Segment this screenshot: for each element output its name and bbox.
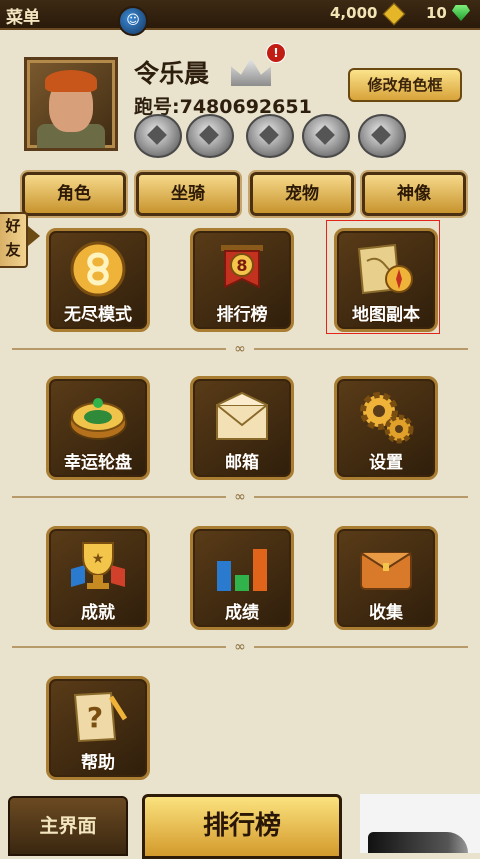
endless-mode-button[interactable]: 无尽模式 (46, 228, 150, 332)
svg-text:★: ★ (92, 551, 105, 567)
edit-profile-frame-button[interactable]: 修改角色框 (348, 68, 462, 102)
green-gem-icon[interactable] (452, 5, 470, 21)
trophy-icon: ★ (71, 542, 125, 589)
tile-label: 排行榜 (216, 305, 268, 325)
tile-label: 成绩 (225, 603, 259, 623)
help-scroll-icon: ? (73, 691, 128, 743)
medal-icon-5[interactable] (358, 114, 406, 158)
mascot-icon[interactable]: ☺ (118, 6, 148, 36)
settings-button[interactable]: 设置 (334, 376, 438, 480)
collection-button[interactable]: 收集 (334, 526, 438, 630)
expand-arrow-icon[interactable] (28, 226, 40, 246)
tile-label: 设置 (369, 453, 403, 473)
tab-pet[interactable]: 宠物 (250, 172, 354, 216)
player-name: 令乐晨 (134, 59, 210, 88)
tab-idol[interactable]: 神像 (362, 172, 466, 216)
divider: ∞ (12, 640, 468, 654)
main-screen-button[interactable]: 主界面 (8, 796, 128, 856)
friends-label: 好友 (5, 217, 21, 259)
tab-mount[interactable]: 坐骑 (136, 172, 240, 216)
scores-button[interactable]: 成绩 (190, 526, 294, 630)
selection-highlight (326, 220, 440, 334)
corner-overlay (360, 794, 480, 853)
tile-label: 无尽模式 (64, 305, 132, 325)
notification-badge: ! (266, 43, 286, 63)
lucky-wheel-button[interactable]: 幸运轮盘 (46, 376, 150, 480)
bar-chart-icon (217, 549, 267, 591)
medal-icon-3[interactable] (246, 114, 294, 158)
svg-text:8: 8 (236, 256, 247, 275)
gem-count: 10 (426, 4, 447, 22)
help-button[interactable]: ? 帮助 (46, 676, 150, 780)
gold-coin-icon (382, 2, 406, 26)
mail-envelope-icon (216, 391, 268, 440)
crown-icon[interactable] (231, 58, 271, 86)
tile-label: 幸运轮盘 (64, 453, 132, 473)
medal-icon-1[interactable] (134, 114, 182, 158)
tab-character[interactable]: 角色 (22, 172, 126, 216)
menu-title: 菜单 (6, 8, 40, 28)
coin-count: 4,000 (330, 4, 378, 22)
endless-mode-icon (70, 241, 126, 297)
svg-text:?: ? (87, 701, 103, 734)
divider: ∞ (12, 342, 468, 356)
rank-bottom-button[interactable]: 排行榜 (142, 794, 342, 859)
gears-icon (360, 392, 414, 444)
mailbox-button[interactable]: 邮箱 (190, 376, 294, 480)
tile-label: 收集 (369, 603, 403, 623)
tile-label: 邮箱 (225, 453, 259, 473)
tile-label: 帮助 (81, 753, 115, 773)
friends-side-tab[interactable]: 好友 (0, 212, 28, 268)
player-avatar[interactable] (24, 57, 118, 151)
tile-label: 成就 (81, 603, 115, 623)
achievements-button[interactable]: ★ 成就 (46, 526, 150, 630)
lucky-wheel-icon (69, 398, 127, 440)
divider: ∞ (12, 490, 468, 504)
leaderboard-banner-icon: 8 (221, 245, 263, 289)
medal-icon-2[interactable] (186, 114, 234, 158)
leaderboard-button[interactable]: 8 排行榜 (190, 228, 294, 332)
wallet-icon (360, 552, 412, 590)
medal-icon-4[interactable] (302, 114, 350, 158)
top-bar: 菜单 ☺ 4,000 10 (0, 0, 480, 36)
